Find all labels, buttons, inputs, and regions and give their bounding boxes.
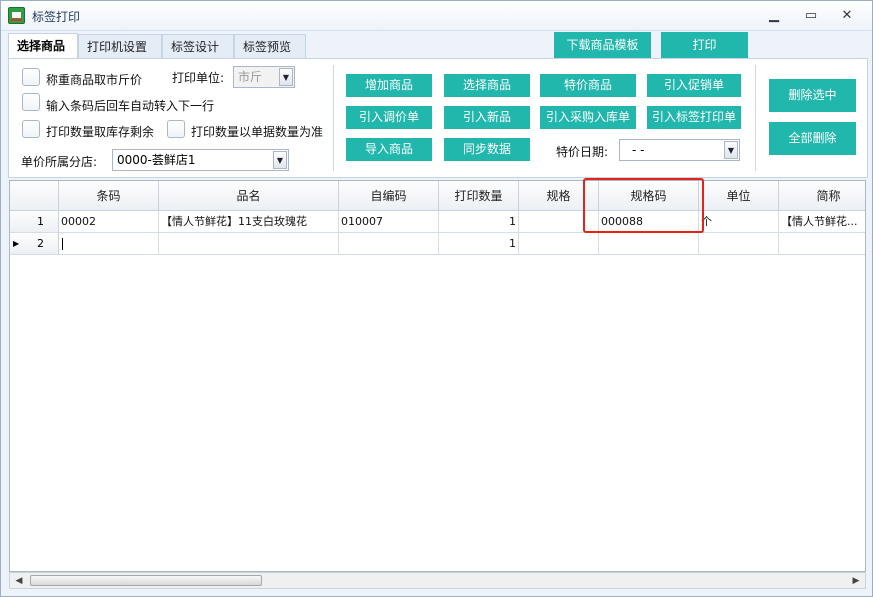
cell-spec-code[interactable]	[599, 233, 699, 255]
branch-select[interactable]: 0000-荟鲜店1 ▼	[112, 149, 289, 171]
download-template-button[interactable]: 下载商品模板	[554, 32, 651, 58]
select-product-button[interactable]: 选择商品	[444, 74, 530, 97]
cell-unit[interactable]	[699, 233, 779, 255]
print-unit-select[interactable]: 市斤 ▼	[233, 66, 295, 88]
import-price-adjust-button[interactable]: 引入调价单	[346, 106, 432, 129]
horizontal-scrollbar[interactable]: ◀ ▶	[9, 572, 866, 589]
row-number[interactable]: ▶ 2	[10, 233, 59, 255]
qty-from-stock-label: 打印数量取库存剩余	[46, 125, 155, 139]
cell-qty[interactable]: 1	[439, 211, 519, 233]
app-icon	[8, 7, 25, 24]
print-unit-label: 打印单位:	[172, 71, 225, 85]
import-purchase-button[interactable]: 引入采购入库单	[540, 106, 636, 129]
cell-short[interactable]: 【情人节鲜花...	[779, 211, 865, 233]
import-label-print-button[interactable]: 引入标签打印单	[647, 106, 741, 129]
col-header-barcode[interactable]: 条码	[59, 181, 159, 211]
special-date-label: 特价日期:	[556, 145, 609, 159]
title-bar: 标签打印 ▁ ▭ ✕	[1, 1, 872, 31]
panel-divider	[333, 65, 334, 171]
weigh-market-price-checkbox[interactable]	[22, 68, 40, 86]
options-panel: 称重商品取市斤价 打印单位: 市斤 ▼ 输入条码后回车自动转入下一行 打印数量取…	[8, 58, 868, 178]
weigh-market-price-label: 称重商品取市斤价	[46, 73, 143, 87]
scroll-right-arrow-icon[interactable]: ▶	[850, 575, 862, 587]
scroll-thumb[interactable]	[30, 575, 262, 586]
tab-printer-settings[interactable]: 打印机设置	[78, 34, 162, 58]
special-product-button[interactable]: 特价商品	[540, 74, 636, 97]
chevron-down-icon: ▼	[724, 141, 738, 159]
tab-select-products[interactable]: 选择商品	[8, 33, 78, 59]
qty-from-doc-checkbox[interactable]	[167, 120, 185, 138]
panel-divider	[755, 65, 756, 171]
cell-name[interactable]: 【情人节鲜花】11支白玫瑰花	[159, 211, 339, 233]
cell-qty[interactable]: 1	[439, 233, 519, 255]
close-button[interactable]: ✕	[834, 6, 860, 26]
label-print-window: 标签打印 ▁ ▭ ✕ 选择商品 打印机设置 标签设计 标签预览 下载商品模板 打…	[0, 0, 873, 597]
minimize-button[interactable]: ▁	[761, 6, 787, 26]
tab-label-design[interactable]: 标签设计	[162, 34, 234, 58]
print-unit-value: 市斤	[238, 70, 263, 84]
maximize-button[interactable]: ▭	[798, 6, 824, 26]
col-header-short[interactable]: 简称	[779, 181, 865, 211]
delete-all-button[interactable]: 全部删除	[769, 122, 856, 155]
delete-selected-button[interactable]: 删除选中	[769, 79, 856, 112]
branch-label: 单价所属分店:	[21, 155, 98, 169]
cell-code[interactable]: 010007	[339, 211, 439, 233]
cell-spec[interactable]	[519, 233, 599, 255]
branch-value: 0000-荟鲜店1	[117, 153, 196, 167]
cell-name[interactable]	[159, 233, 339, 255]
cell-barcode[interactable]: 00002	[59, 211, 159, 233]
col-header-code[interactable]: 自编码	[339, 181, 439, 211]
row-number[interactable]: 1	[10, 211, 59, 233]
import-promo-button[interactable]: 引入促销单	[647, 74, 741, 97]
auto-next-row-label: 输入条码后回车自动转入下一行	[46, 99, 215, 113]
col-header-unit[interactable]: 单位	[699, 181, 779, 211]
qty-from-doc-label: 打印数量以单据数量为准	[191, 125, 324, 139]
col-header-qty[interactable]: 打印数量	[439, 181, 519, 211]
import-new-button[interactable]: 引入新品	[444, 106, 530, 129]
grid-corner	[10, 181, 59, 211]
product-grid[interactable]: 条码 品名 自编码 打印数量 规格 规格码 单位 简称 1 00002 【情人节…	[9, 180, 866, 572]
cell-short[interactable]	[779, 233, 865, 255]
chevron-down-icon: ▼	[279, 68, 293, 86]
col-header-name[interactable]: 品名	[159, 181, 339, 211]
import-products-button[interactable]: 导入商品	[346, 138, 432, 161]
scroll-left-arrow-icon[interactable]: ◀	[13, 575, 25, 587]
cell-code[interactable]	[339, 233, 439, 255]
cell-barcode-editing[interactable]	[59, 233, 159, 255]
print-button[interactable]: 打印	[661, 32, 748, 58]
special-date-value: - -	[632, 143, 645, 157]
window-title: 标签打印	[32, 10, 81, 24]
current-row-arrow-icon: ▶	[13, 239, 20, 248]
tab-label-preview[interactable]: 标签预览	[234, 34, 306, 58]
text-caret	[62, 238, 63, 250]
row-number-text: 2	[37, 237, 44, 250]
special-date-picker[interactable]: - - ▼	[619, 139, 740, 161]
sync-data-button[interactable]: 同步数据	[444, 138, 530, 161]
qty-from-stock-checkbox[interactable]	[22, 120, 40, 138]
chevron-down-icon: ▼	[273, 151, 287, 169]
cell-unit[interactable]: 个	[699, 211, 779, 233]
auto-next-row-checkbox[interactable]	[22, 93, 40, 111]
add-product-button[interactable]: 增加商品	[346, 74, 432, 97]
spec-code-highlight-box	[583, 178, 704, 233]
